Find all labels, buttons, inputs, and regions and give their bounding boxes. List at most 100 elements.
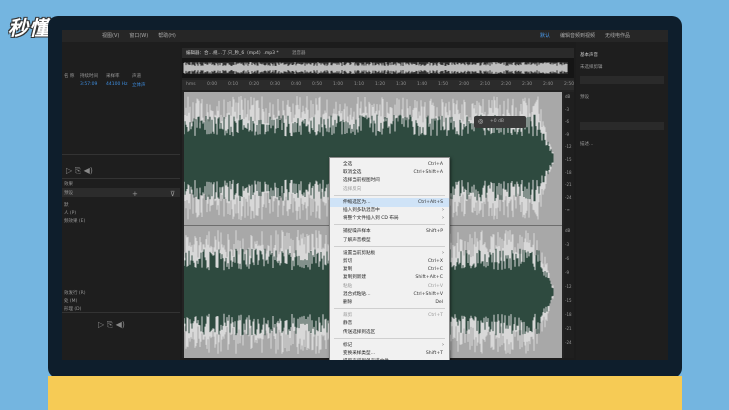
menu-item-label: 提取声道到单声道文件: [343, 357, 389, 360]
db-scale: dB -3 -6 -9 -12 -15 -18 -21 -24 -∞ dB -3 -6 -9 -12 -15…: [564, 92, 574, 358]
menu-separator: [334, 224, 445, 226]
workspace-tab[interactable]: 默认: [540, 30, 550, 42]
column-header[interactable]: 名 称: [64, 73, 74, 79]
column-header[interactable]: 声道: [132, 73, 141, 79]
context-menu-item[interactable]: 传送选择到选区: [330, 328, 449, 337]
preset-label: 预设: [64, 191, 73, 196]
column-header[interactable]: 持续时间: [80, 73, 98, 79]
context-menu-item[interactable]: 了解声音模型: [330, 236, 449, 245]
menu-separator: [334, 194, 445, 196]
volume-value: +0 dB: [490, 119, 505, 124]
context-menu-item[interactable]: 将整个文件插入到 CD 布局 ›: [330, 214, 449, 223]
divider: [62, 154, 180, 155]
divider: [62, 312, 180, 313]
tab-mixer[interactable]: 混音器: [292, 50, 306, 56]
menu-item[interactable]: 帮助(H): [158, 30, 176, 42]
db-tick: -15: [565, 157, 572, 162]
column-header[interactable]: 采样率: [106, 73, 120, 79]
menu-items: 视图(V) 窗口(W) 帮助(H): [102, 30, 186, 42]
ruler-tick: 1:10: [354, 82, 365, 87]
transport-icons[interactable]: ▷ ⎘ ◀): [66, 166, 93, 176]
effects-item[interactable]: 效发行 (R): [64, 290, 86, 296]
ruler-tick: 0:10: [228, 82, 239, 87]
add-icon[interactable]: +: [132, 190, 138, 198]
editor-tabs: 编辑器：合…规…了.只_秒_6（mp4）.mp3 * 混音器: [182, 48, 574, 58]
workspace-tabs: 默认 编辑音频到视频 无线电作品: [540, 30, 640, 42]
menu-item[interactable]: 窗口(W): [129, 30, 148, 42]
ruler-tick: 1:00: [333, 82, 344, 87]
volume-knob-icon[interactable]: ◎: [478, 118, 483, 125]
menu-separator: [334, 337, 445, 339]
ruler-tick: 0:40: [291, 82, 302, 87]
effects-item[interactable]: 处 (M): [64, 298, 77, 304]
menu-separator: [334, 308, 445, 310]
panel-description: 描述…: [580, 142, 594, 147]
context-menu-item[interactable]: 删除 Del: [330, 298, 449, 307]
db-tick: -21: [565, 326, 572, 331]
file-cell: 立体声: [132, 83, 146, 88]
context-menu: 全选 Ctrl+A 取消全选 Ctrl+Shift+A 选择当前视图时间 选择反向 伸缩选区…: [329, 157, 450, 360]
menu-item-label: 选择反向: [343, 186, 362, 192]
submenu-arrow-icon: ›: [442, 215, 444, 222]
menu-item-label: 传送选择到选区: [343, 329, 376, 335]
ruler-tick: 2:50: [564, 82, 575, 87]
tab-editor[interactable]: 编辑器：合…规…了.只_秒_6（mp4）.mp3 *: [186, 50, 279, 56]
panel-title: 基本声音: [580, 53, 598, 58]
menu-item-shortcut: Del: [435, 300, 443, 305]
db-tick: -6: [565, 119, 569, 125]
menu-item[interactable]: 视图(V): [102, 30, 119, 42]
menu-item-label: 了解声音模型: [343, 237, 371, 243]
file-cell: 3:57:09: [80, 82, 98, 87]
db-tick: -15: [565, 298, 572, 303]
menu-separator: [334, 245, 445, 247]
db-tick: -18: [565, 312, 572, 317]
menu-bar: 视图(V) 窗口(W) 帮助(H) 默认 编辑音频到视频 无线电作品: [62, 30, 668, 42]
effects-tab[interactable]: 效果: [64, 181, 73, 187]
ruler-tick: 2:10: [480, 82, 491, 87]
effects-item[interactable]: 频效果 (E): [64, 218, 85, 224]
effects-toolbar: [62, 188, 180, 197]
db-tick: dB: [565, 94, 571, 99]
menu-item-label: 删除: [343, 300, 353, 305]
transport-icons-2[interactable]: ▷ ⎘ ◀): [98, 320, 125, 330]
ruler-tick: 2:40: [543, 82, 554, 87]
app-window: 视图(V) 窗口(W) 帮助(H) 默认 编辑音频到视频 无线电作品 名 称持续时间 采样…: [62, 30, 668, 360]
ruler-tick: 2:30: [522, 82, 533, 87]
context-menu-item[interactable]: 提取声道到单声道文件: [330, 357, 449, 360]
workspace-tab[interactable]: 无线电作品: [605, 30, 630, 42]
db-tick: -12: [565, 284, 572, 289]
preset-field[interactable]: [580, 122, 664, 130]
db-tick: dB: [565, 228, 571, 233]
ruler-tick: 1:50: [438, 82, 449, 87]
db-tick: -3: [565, 242, 569, 247]
waveform-overview[interactable]: [182, 58, 574, 78]
panel-field: [580, 76, 664, 84]
workspace-tab[interactable]: 编辑音频到视频: [560, 30, 595, 42]
essential-sound-panel: 基本声音 未选择剪辑 预设 描述…: [576, 42, 668, 360]
file-cell: 44100 Hz: [106, 82, 128, 87]
files-panel: 名 称持续时间 采样率 声道 3:57:09 44100 Hz 立体声 ▷ ⎘ ◀) 效…: [62, 42, 180, 360]
no-clip-label: 未选择剪辑: [580, 65, 603, 70]
bottom-band: [48, 376, 682, 410]
ruler-tick: hms: [186, 82, 196, 87]
db-tick: -9: [565, 270, 569, 275]
ruler-tick: 0:50: [312, 82, 323, 87]
db-tick: -18: [565, 169, 572, 175]
time-ruler[interactable]: hms 0:00 0:10 0:20 0:30 0:40 0:50 1:00 1:10 1:20 1…: [182, 80, 574, 90]
filter-icon[interactable]: ⊽: [170, 190, 175, 198]
divider: [62, 178, 180, 179]
ruler-tick: 1:20: [375, 82, 386, 87]
context-menu-item[interactable]: 选择反向: [330, 185, 449, 194]
effects-item[interactable]: 默: [64, 202, 69, 208]
ruler-tick: 2:20: [501, 82, 512, 87]
db-tick: -6: [565, 256, 569, 261]
ruler-tick: 0:00: [207, 82, 218, 87]
hud-volume[interactable]: ◎ +0 dB: [474, 116, 526, 128]
effects-item[interactable]: 人 (P): [64, 210, 76, 216]
preset-label-right: 预设: [580, 95, 589, 100]
db-tick: -3: [565, 106, 569, 112]
db-tick: -12: [565, 144, 572, 150]
ruler-tick: 1:30: [396, 82, 407, 87]
db-tick: -24: [565, 340, 572, 345]
db-tick: -24: [565, 194, 572, 200]
